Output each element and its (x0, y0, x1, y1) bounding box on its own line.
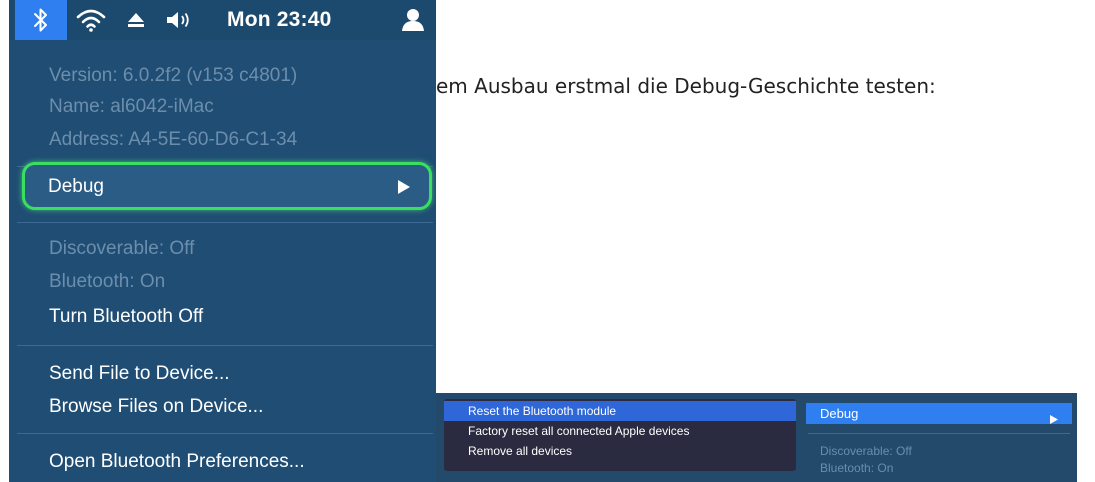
menu-bar: Mon 23:40 (9, 0, 436, 40)
device-name-info: Name: al6042-iMac (49, 96, 214, 117)
menu-separator (17, 345, 433, 346)
remove-all-devices-item[interactable]: Remove all devices (444, 441, 796, 461)
send-file-item[interactable]: Send File to Device... (49, 362, 230, 386)
eject-icon[interactable] (122, 0, 150, 40)
bluetooth-menu-screenshot: Mon 23:40 Version: 6.0.2f2 (v153 c4801) … (9, 0, 436, 482)
bluetooth-status: Bluetooth: On (49, 271, 166, 292)
user-icon[interactable] (393, 0, 433, 40)
reset-bluetooth-module-item[interactable]: Reset the Bluetooth module (444, 401, 796, 421)
factory-reset-devices-item[interactable]: Factory reset all connected Apple device… (444, 421, 796, 441)
debug-submenu: Reset the Bluetooth module Factory reset… (444, 399, 796, 471)
discoverable-status: Discoverable: Off (820, 444, 912, 458)
wifi-icon[interactable] (73, 0, 109, 40)
debug-submenu-screenshot: Reset the Bluetooth module Factory reset… (436, 393, 1077, 482)
forum-post-text: em Ausbau erstmal die Debug-Geschichte t… (436, 74, 936, 98)
submenu-arrow-icon (397, 179, 411, 200)
menu-bar-clock[interactable]: Mon 23:40 (227, 0, 367, 40)
discoverable-status: Discoverable: Off (49, 238, 195, 259)
menu-separator (17, 222, 433, 223)
volume-icon[interactable] (159, 0, 201, 40)
debug-menu-item[interactable]: Debug (22, 162, 432, 210)
address-info: Address: A4-5E-60-D6-C1-34 (49, 129, 298, 150)
debug-label: Debug (48, 176, 104, 197)
version-info: Version: 6.0.2f2 (v153 c4801) (49, 65, 298, 86)
open-bluetooth-preferences-item[interactable]: Open Bluetooth Preferences... (49, 450, 305, 474)
turn-bluetooth-off-item[interactable]: Turn Bluetooth Off (49, 305, 203, 329)
debug-menu-item-selected[interactable]: Debug (806, 403, 1072, 424)
browse-files-item[interactable]: Browse Files on Device... (49, 395, 263, 419)
debug-label: Debug (820, 406, 859, 421)
submenu-arrow-icon (1050, 409, 1058, 430)
menu-separator (17, 433, 433, 434)
bluetooth-icon[interactable] (15, 0, 67, 40)
bluetooth-status: Bluetooth: On (820, 461, 894, 475)
menu-separator (808, 433, 1070, 434)
